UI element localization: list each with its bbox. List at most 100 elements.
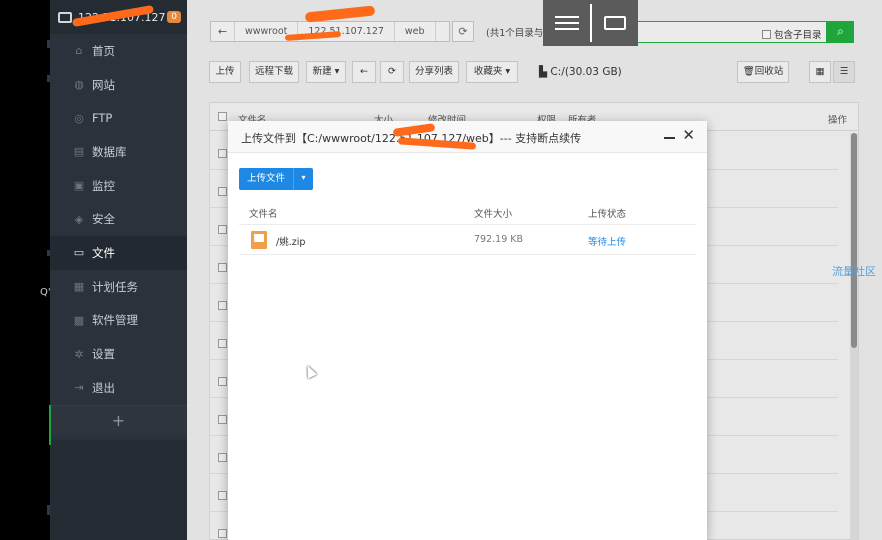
row-checkbox[interactable]	[218, 529, 227, 538]
upload-dialog: 上传文件到【C:/wwwroot/122.51.107.127/web】--- …	[228, 121, 707, 540]
row-checkbox[interactable]	[218, 339, 227, 348]
checkbox[interactable]	[762, 29, 771, 39]
sidebar-item-label: FTP	[92, 111, 113, 126]
drive-info[interactable]: ▙ C:/(30.03 GB)	[539, 66, 622, 78]
sidebar-item-label: 软件管理	[92, 313, 138, 328]
scrollbar[interactable]	[850, 133, 858, 540]
search-icon[interactable]: ⌕	[827, 21, 854, 43]
zip-file-icon	[251, 231, 267, 249]
sidebar-nav: ⌂ 首页 ◍ 网站 ◎ FTP ▤ 数据库 ▣ 监控 ◈ 安全 ▭ 文件 ▦ 计划任务 ▩ 软件管理 ✲ 设置 ⇥ 退出	[50, 34, 187, 405]
row-checkbox[interactable]	[218, 225, 227, 234]
scrollbar-thumb[interactable]	[851, 133, 857, 348]
row-checkbox[interactable]	[218, 453, 227, 462]
active-indicator	[49, 405, 51, 445]
list-view-icon[interactable]: ☰	[833, 61, 855, 83]
sidebar-item-8[interactable]: ▩ 软件管理	[50, 304, 187, 338]
sidebar-item-7[interactable]: ▦ 计划任务	[50, 270, 187, 304]
remote-control-overlay	[543, 0, 638, 46]
database-icon: ▤	[73, 145, 85, 159]
toolbar: 上传 远程下载 新建 ▾ ← ⟳ 分享列表 收藏夹 ▾ 🗑回收站 ▦ ☰	[187, 61, 882, 83]
upload-file-row: /姚.zip 792.19 KB 等待上传	[239, 225, 696, 255]
calendar-icon: ▦	[73, 280, 85, 294]
favorites-label: 收藏夹	[473, 66, 503, 77]
ftp-icon: ◎	[74, 111, 84, 125]
sidebar-item-label: 安全	[92, 212, 115, 227]
folder-icon: ▭	[73, 246, 85, 260]
column-file-name: 文件名	[249, 209, 278, 220]
row-checkbox[interactable]	[218, 263, 227, 272]
sidebar-item-label: 文件	[92, 245, 115, 260]
sidebar-item-0[interactable]: ⌂ 首页	[50, 34, 187, 68]
trash-icon: 🗑	[742, 66, 755, 77]
monitor-icon	[58, 11, 72, 23]
recycle-label: 回收站	[754, 66, 784, 77]
back-icon[interactable]: ←	[352, 61, 376, 83]
upload-button[interactable]: 上传	[209, 61, 241, 83]
drive-label: C:/(30.03 GB)	[550, 66, 622, 78]
row-checkbox[interactable]	[218, 301, 227, 310]
sidebar-item-3[interactable]: ▤ 数据库	[50, 135, 187, 169]
sidebar-item-5[interactable]: ◈ 安全	[50, 202, 187, 236]
share-list-button[interactable]: 分享列表	[409, 61, 459, 83]
new-label: 新建	[312, 66, 332, 77]
screen: Q' 122.51.107.127 0 ⌂首页◍网站◎FTP▤数据库▣监控◈安全…	[0, 0, 882, 540]
row-checkbox[interactable]	[218, 415, 227, 424]
left-edge-strip	[0, 0, 50, 540]
sidebar-item-label: 首页	[92, 43, 115, 58]
sidebar-item-label: 计划任务	[92, 279, 138, 294]
back-arrow-icon[interactable]: ←	[211, 22, 235, 41]
sidebar-lower-area	[50, 440, 187, 540]
select-all-checkbox[interactable]	[218, 112, 227, 121]
recycle-bin-button[interactable]: 🗑回收站	[737, 61, 789, 83]
globe-icon: ◍	[74, 78, 84, 92]
sidebar-item-6[interactable]: ▭ 文件	[50, 236, 187, 270]
chevron-down-icon[interactable]: ▾	[293, 168, 314, 190]
refresh-icon[interactable]: ⟳	[380, 61, 404, 83]
breadcrumb-web[interactable]: web	[395, 22, 436, 41]
shield-icon: ◈	[74, 212, 84, 226]
row-checkbox[interactable]	[218, 149, 227, 158]
upload-file-button-group: 上传文件 ▾	[239, 168, 314, 190]
home-icon: ⌂	[75, 44, 83, 58]
row-checkbox[interactable]	[218, 491, 227, 500]
upload-status: 等待上传	[588, 237, 627, 248]
minimize-icon[interactable]	[664, 129, 676, 143]
sidebar-item-10[interactable]: ⇥ 退出	[50, 371, 187, 405]
gear-icon: ✲	[74, 347, 84, 361]
monitor-icon: ▣	[73, 179, 85, 193]
drive-icon: ▙	[539, 66, 548, 78]
add-button[interactable]: +	[50, 404, 187, 435]
keyboard-icon[interactable]	[592, 16, 638, 30]
apps-icon: ▩	[73, 313, 85, 327]
sidebar-item-label: 网站	[92, 77, 115, 92]
sidebar: 122.51.107.127 0 ⌂首页◍网站◎FTP▤数据库▣监控◈安全▭文件…	[50, 0, 187, 540]
grid-view-icon[interactable]: ▦	[809, 61, 831, 83]
sidebar-item-label: 设置	[92, 347, 115, 362]
row-checkbox[interactable]	[218, 377, 227, 386]
column-file-size: 文件大小	[474, 209, 513, 220]
logout-icon: ⇥	[74, 381, 84, 395]
new-dropdown-button[interactable]: 新建 ▾	[306, 61, 346, 83]
file-name: /姚.zip	[276, 237, 306, 248]
sidebar-item-1[interactable]: ◍ 网站	[50, 68, 187, 102]
include-subdir-label: 包含子目录	[774, 30, 822, 41]
column-upload-status: 上传状态	[588, 209, 627, 220]
favorites-dropdown[interactable]: 收藏夹 ▾	[466, 61, 518, 83]
close-icon[interactable]: ✕	[682, 127, 695, 143]
upload-file-button[interactable]: 上传文件	[239, 168, 294, 190]
file-size: 792.19 KB	[474, 234, 524, 245]
remote-download-button[interactable]: 远程下载	[249, 61, 299, 83]
sidebar-item-2[interactable]: ◎ FTP	[50, 101, 187, 135]
notification-badge[interactable]: 0	[167, 11, 181, 23]
community-link[interactable]: 流量社区	[832, 263, 876, 279]
sidebar-item-label: 数据库	[92, 144, 127, 159]
sidebar-item-label: 监控	[92, 178, 115, 193]
include-subdir-toggle[interactable]: 包含子目录	[762, 27, 822, 41]
row-checkbox[interactable]	[218, 187, 227, 196]
sidebar-item-4[interactable]: ▣ 监控	[50, 169, 187, 203]
sidebar-item-label: 退出	[92, 380, 115, 395]
hamburger-menu-icon[interactable]	[543, 0, 590, 46]
column-operations: 操作	[828, 115, 848, 126]
refresh-icon[interactable]: ⟳	[452, 21, 474, 42]
sidebar-item-9[interactable]: ✲ 设置	[50, 337, 187, 371]
